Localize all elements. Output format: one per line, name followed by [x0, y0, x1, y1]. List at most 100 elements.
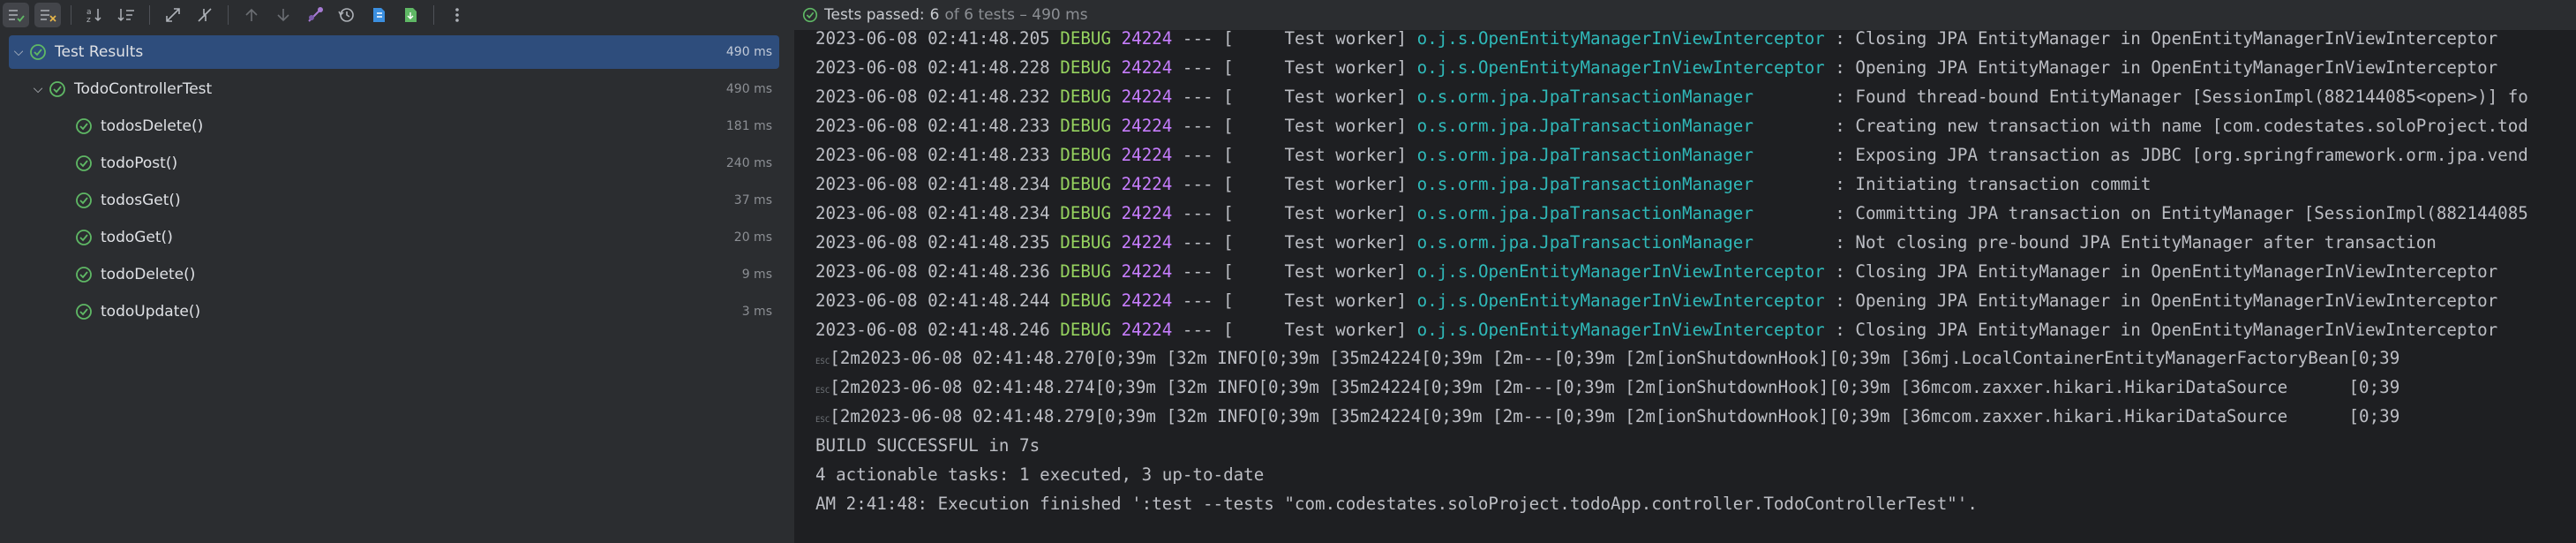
previous-failed-button[interactable] [238, 3, 265, 27]
log-message: : Committing JPA transaction on EntityMa… [1835, 203, 2528, 223]
log-separator: --- [ [1182, 232, 1234, 253]
tree-node-test-method[interactable]: todosGet() 37 ms [74, 184, 779, 217]
collapse-all-button[interactable] [192, 3, 218, 27]
tree-node-test-method[interactable]: todoGet() 20 ms [74, 221, 779, 254]
log-logger[interactable]: o.s.orm.jpa.JpaTransactionManager [1417, 174, 1825, 194]
log-message: : Closing JPA EntityManager in OpenEntit… [1835, 320, 2498, 340]
log-line: 2023-06-08 02:41:48.244 DEBUG 24224 --- … [815, 286, 2497, 315]
escape-glyph: ESC [815, 387, 830, 396]
log-logger[interactable]: o.j.s.OpenEntityManagerInViewInterceptor [1417, 30, 1825, 49]
tree-node-duration: 240 ms [725, 156, 772, 170]
log-message: : Creating new transaction with name [co… [1835, 116, 2528, 136]
log-thread: Test worker] [1243, 87, 1408, 107]
log-logger[interactable]: o.s.orm.jpa.JpaTransactionManager [1417, 87, 1825, 107]
log-level: DEBUG [1060, 320, 1112, 340]
sort-alphabetically-button[interactable]: az [81, 3, 108, 27]
next-failed-button[interactable] [270, 3, 297, 27]
log-logger[interactable]: o.s.orm.jpa.JpaTransactionManager [1417, 145, 1825, 165]
tree-node-test-method[interactable]: todoUpdate() 3 ms [74, 295, 779, 328]
log-pid: 24224 [1121, 57, 1173, 78]
history-icon [338, 8, 354, 22]
tree-node-test-method[interactable]: todosDelete() 181 ms [74, 109, 779, 143]
log-separator: --- [ [1182, 87, 1234, 107]
passed-check-icon [74, 117, 94, 136]
log-timestamp: 2023-06-08 02:41:48.234 [815, 174, 1050, 194]
log-thread: Test worker] [1243, 320, 1408, 340]
log-line: 2023-06-08 02:41:48.228 DEBUG 24224 --- … [815, 53, 2497, 82]
log-line: 2023-06-08 02:41:48.234 DEBUG 24224 --- … [815, 170, 2151, 199]
log-level: DEBUG [1060, 290, 1112, 311]
status-label: Tests passed: [824, 6, 925, 24]
chevron-down-icon[interactable]: ⌵ [28, 82, 48, 96]
tasks-summary-line: 4 actionable tasks: 1 executed, 3 up-to-… [815, 464, 1265, 485]
tree-node-test-method[interactable]: todoDelete() 9 ms [74, 258, 779, 291]
log-separator: --- [ [1182, 320, 1234, 340]
show-ignored-button[interactable] [34, 3, 61, 27]
console-output[interactable]: 2023-06-08 02:41:48.205 DEBUG 24224 --- … [796, 30, 2576, 543]
sort-by-duration-button[interactable] [113, 3, 139, 27]
log-logger[interactable]: o.j.s.OpenEntityManagerInViewInterceptor [1417, 290, 1825, 311]
log-thread: Test worker] [1243, 57, 1408, 78]
tree-node-duration: 37 ms [733, 193, 772, 207]
log-logger[interactable]: o.j.s.OpenEntityManagerInViewInterceptor [1417, 320, 1825, 340]
log-separator: --- [ [1182, 290, 1234, 311]
passed-check-icon [74, 191, 94, 210]
test-status-bar: Tests passed: 6 of 6 tests – 490 ms [794, 0, 2576, 30]
log-thread: Test worker] [1243, 30, 1408, 49]
log-logger[interactable]: o.s.orm.jpa.JpaTransactionManager [1417, 203, 1825, 223]
more-options-button[interactable] [444, 3, 470, 27]
passed-check-icon [74, 154, 94, 173]
build-result-line: BUILD SUCCESSFUL in 7s [815, 435, 1040, 456]
toolbar-separator [149, 5, 150, 25]
log-thread: Test worker] [1243, 290, 1408, 311]
passed-check-icon [74, 228, 94, 247]
log-level: DEBUG [1060, 261, 1112, 282]
log-timestamp: 2023-06-08 02:41:48.233 [815, 145, 1050, 165]
tree-node-test-results[interactable]: ⌵ Test Results 490 ms [9, 35, 779, 69]
import-tests-button[interactable] [365, 3, 392, 27]
sort-duration-icon [117, 9, 134, 22]
expand-all-button[interactable] [160, 3, 186, 27]
export-results-button[interactable] [302, 3, 328, 27]
prev-failed-icon [245, 8, 258, 21]
export-to-file-button[interactable] [397, 3, 424, 27]
test-history-button[interactable] [334, 3, 360, 27]
tree-node-label: todoGet() [101, 229, 173, 246]
log-pid: 24224 [1121, 116, 1173, 136]
status-count: 6 [929, 6, 940, 24]
tree-node-label: todosGet() [101, 192, 181, 209]
tree-node-test-class[interactable]: ⌵ TodoControllerTest 490 ms [28, 72, 779, 106]
log-level: DEBUG [1060, 203, 1112, 223]
tree-node-label: todoDelete() [101, 266, 196, 283]
show-passed-button[interactable] [3, 3, 29, 27]
log-logger[interactable]: o.s.orm.jpa.JpaTransactionManager [1417, 116, 1825, 136]
passed-check-icon [48, 79, 67, 99]
log-logger[interactable]: o.j.s.OpenEntityManagerInViewInterceptor [1417, 261, 1825, 282]
raw-log-line: ESC[2m2023-06-08 02:41:48.270[0;39m [32m… [815, 343, 2400, 373]
log-timestamp: 2023-06-08 02:41:48.232 [815, 87, 1050, 107]
log-logger[interactable]: o.j.s.OpenEntityManagerInViewInterceptor [1417, 57, 1825, 78]
export-file-icon [405, 8, 417, 22]
log-thread: Test worker] [1243, 232, 1408, 253]
tree-node-duration: 181 ms [725, 119, 772, 133]
log-message: : Opening JPA EntityManager in OpenEntit… [1835, 290, 2498, 311]
tree-node-duration: 20 ms [733, 230, 772, 245]
passed-check-icon [74, 302, 94, 321]
log-timestamp: 2023-06-08 02:41:48.233 [815, 116, 1050, 136]
log-separator: --- [ [1182, 116, 1234, 136]
log-line: 2023-06-08 02:41:48.235 DEBUG 24224 --- … [815, 228, 2437, 257]
log-separator: --- [ [1182, 203, 1234, 223]
tree-node-duration: 490 ms [725, 45, 772, 59]
log-pid: 24224 [1121, 232, 1173, 253]
escape-glyph: ESC [815, 416, 830, 425]
tree-node-test-method[interactable]: todoPost() 240 ms [74, 147, 779, 180]
log-level: DEBUG [1060, 87, 1112, 107]
log-timestamp: 2023-06-08 02:41:48.235 [815, 232, 1050, 253]
log-thread: Test worker] [1243, 145, 1408, 165]
log-level: DEBUG [1060, 145, 1112, 165]
chevron-down-icon[interactable]: ⌵ [9, 45, 28, 59]
export-icon [308, 7, 323, 22]
log-thread: Test worker] [1243, 174, 1408, 194]
log-timestamp: 2023-06-08 02:41:48.244 [815, 290, 1050, 311]
log-logger[interactable]: o.s.orm.jpa.JpaTransactionManager [1417, 232, 1825, 253]
